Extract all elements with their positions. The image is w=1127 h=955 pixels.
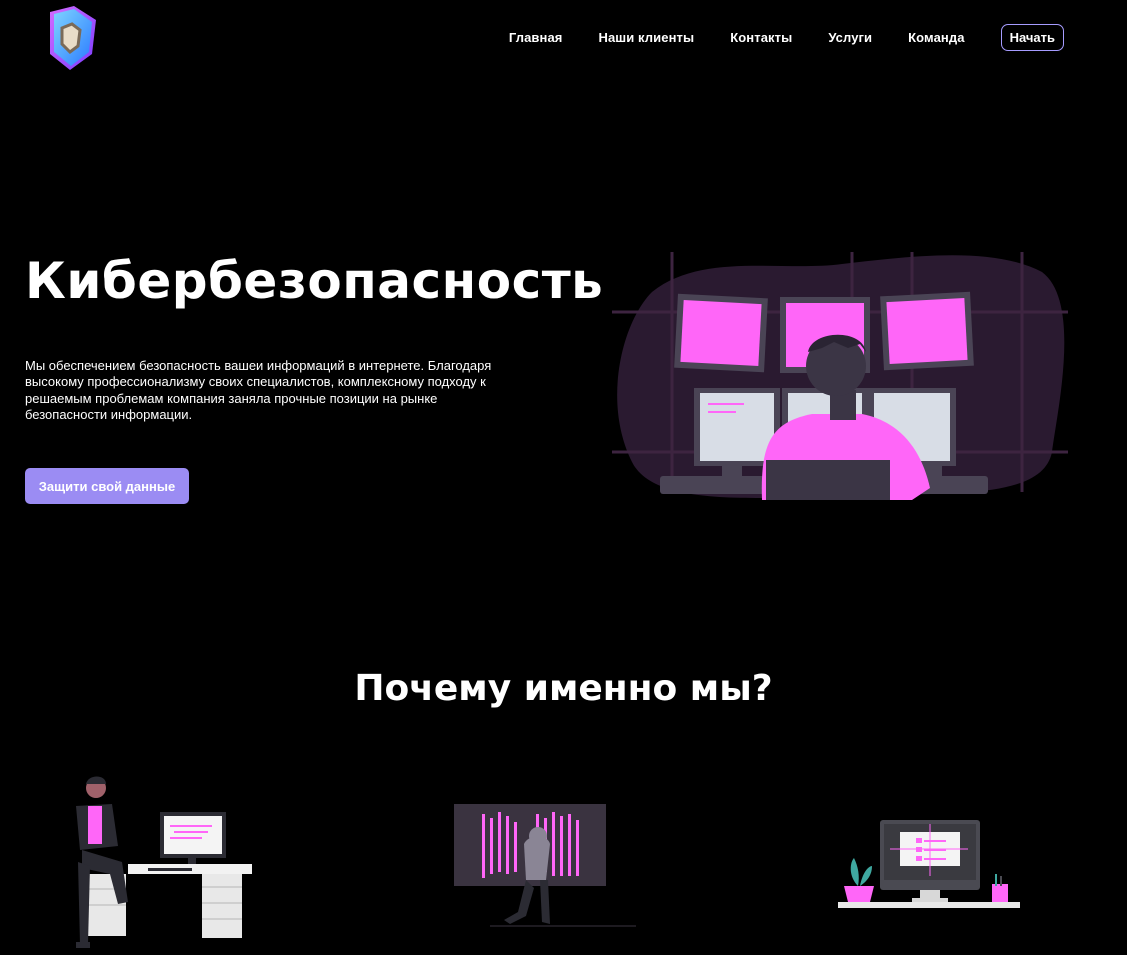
nav-contacts[interactable]: Контакты	[730, 30, 792, 45]
security-operator-monitors-illustration	[612, 252, 1068, 500]
hacker-code-screen-illustration	[454, 804, 636, 927]
nav-team[interactable]: Команда	[908, 30, 964, 45]
developer-at-desk-illustration	[76, 776, 252, 948]
hero-description: Мы обеспечением безопасность вашеи инфор…	[25, 358, 492, 423]
why-section-title: Почему именно мы?	[354, 668, 773, 709]
nav-services[interactable]: Услуги	[828, 30, 872, 45]
monitor-dashboard-illustration	[838, 820, 1020, 908]
nav-home[interactable]: Главная	[509, 30, 563, 45]
start-button[interactable]: Начать	[1000, 24, 1064, 51]
protect-data-button[interactable]: Защити свой данные	[25, 468, 189, 504]
hero-title: Кибербезопасность	[25, 252, 604, 310]
main-nav: Главная Наши клиенты Контакты Услуги Ком…	[509, 24, 1064, 51]
shield-logo-icon[interactable]	[44, 4, 98, 72]
nav-clients[interactable]: Наши клиенты	[598, 30, 694, 45]
